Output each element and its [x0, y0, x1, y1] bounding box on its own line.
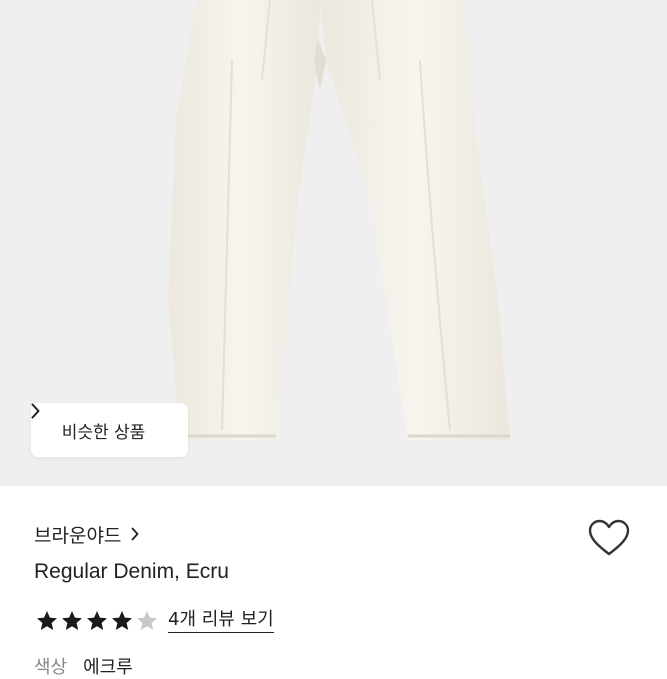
similar-items-button[interactable]: 비슷한 상품	[31, 403, 188, 457]
star-filled-icon	[37, 611, 57, 630]
star-filled-icon	[62, 611, 82, 630]
similar-items-label: 비슷한 상품	[61, 422, 146, 443]
star-empty-icon	[137, 611, 157, 630]
wishlist-heart-icon[interactable]	[587, 518, 631, 558]
star-filled-icon	[112, 611, 132, 630]
star-rating	[35, 609, 160, 633]
review-link[interactable]: 4개 리뷰 보기	[168, 609, 274, 633]
product-title: Regular Denim, Ecru	[34, 560, 229, 583]
brand-name: 브라운야드	[34, 524, 122, 547]
chevron-right-icon	[131, 527, 139, 541]
star-filled-icon	[87, 611, 107, 630]
color-option-row: 색상 에크루	[34, 653, 133, 679]
color-value: 에크루	[83, 657, 133, 678]
color-label: 색상	[34, 657, 68, 678]
rating-row: 4개 리뷰 보기	[35, 605, 274, 637]
brand-link[interactable]: 브라운야드	[34, 519, 139, 549]
product-image[interactable]: 비슷한 상품	[0, 0, 667, 486]
